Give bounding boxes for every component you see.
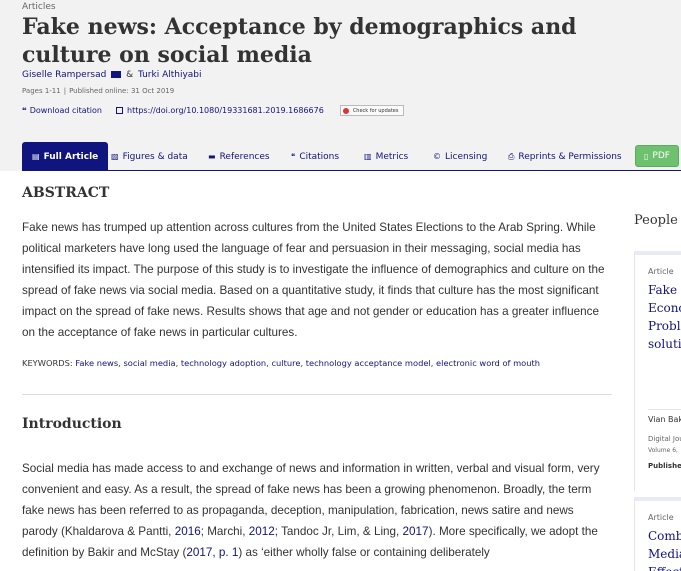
page-range: Pages 1-11 — [22, 87, 61, 95]
tab-label: Figures & data — [122, 151, 188, 162]
tab-reprints-permissions[interactable]: ⎙ Reprints & Permissions — [508, 142, 622, 171]
tab-licensing[interactable]: © Licensing — [433, 142, 487, 171]
image-icon: ▨ — [111, 152, 119, 161]
copyright-icon: © — [433, 152, 441, 161]
card-published: Published — [648, 462, 681, 470]
keyword-link[interactable]: social media — [123, 358, 175, 368]
print-icon: ⎙ — [508, 151, 515, 161]
check-for-updates-badge[interactable]: Check for updates — [339, 105, 404, 116]
intro-text-part: ; Marchi, — [200, 525, 249, 538]
quote-icon: ❝ — [291, 152, 296, 161]
tab-label: Metrics — [375, 151, 409, 162]
download-citation-link[interactable]: Download citation — [30, 106, 102, 115]
intro-text-part: ) as ‘either wholly false or containing … — [238, 546, 490, 559]
tab-label: Reprints & Permissions — [518, 151, 622, 162]
pdf-button[interactable]: ▯ PDF — [635, 145, 679, 167]
abstract-text: Fake news has trumped up attention acros… — [22, 221, 605, 339]
tab-label: References — [219, 151, 270, 162]
sidebar-heading: People — [634, 213, 678, 228]
tab-references[interactable]: ▬ References — [208, 142, 270, 171]
tab-citations[interactable]: ❝ Citations — [291, 142, 339, 171]
reference-link[interactable]: 2017 — [403, 525, 429, 538]
reference-link[interactable]: 2017, p. 1 — [186, 546, 238, 559]
reference-link[interactable]: 2016 — [175, 525, 201, 538]
check-for-updates-label: Check for updates — [352, 107, 399, 114]
crossmark-icon — [342, 107, 349, 114]
reference-link[interactable]: 2012 — [249, 525, 275, 538]
introduction-text: Social media has made access to and exch… — [22, 458, 612, 563]
abstract-heading: ABSTRACT — [22, 185, 110, 201]
tab-label: Licensing — [445, 151, 488, 162]
author-list: Giselle Rampersad & Turki Althiyabi — [22, 70, 202, 80]
bar-chart-icon: ▥ — [364, 152, 372, 161]
introduction-heading: Introduction — [22, 416, 122, 432]
pdf-icon: ▯ — [644, 151, 649, 161]
related-article-card[interactable]: Article Combating Media Effects — [634, 497, 681, 571]
author-separator: & — [126, 70, 134, 80]
card-divider — [648, 409, 681, 410]
document-icon: ▤ — [32, 152, 40, 161]
intro-text-part: ; Tandoc Jr, Lim, & Ling, — [274, 525, 403, 538]
tab-label: Citations — [299, 151, 340, 162]
article-tabs: ▤ Full Article ▨ Figures & data ▬ Reference… — [22, 142, 681, 171]
related-sidebar: People Article Fake News: Economic Probl… — [634, 171, 681, 571]
keyword-link[interactable]: Fake news — [75, 358, 118, 368]
card-title[interactable]: Combating Media Effects — [648, 527, 681, 571]
external-link-icon — [116, 107, 123, 114]
tab-label: Full Article — [43, 151, 99, 162]
keyword-link[interactable]: technology adoption — [181, 358, 266, 368]
related-article-card[interactable]: Article Fake News: Economic Problems and… — [634, 251, 681, 491]
keyword-link[interactable]: culture — [271, 358, 300, 368]
keywords-label: KEYWORDS: — [22, 358, 73, 368]
published-date: Published online: 31 Oct 2019 — [69, 87, 175, 95]
tab-full-article[interactable]: ▤ Full Article — [22, 142, 109, 171]
article-category[interactable]: Articles — [22, 2, 56, 12]
keywords: KEYWORDS: Fake news, social media, techn… — [22, 358, 541, 368]
card-type: Article — [648, 513, 674, 522]
card-journal: Digital Journalism — [648, 435, 681, 443]
card-volume: Volume 6, — [648, 447, 678, 454]
email-icon[interactable] — [111, 71, 122, 78]
keyword-link[interactable]: electronic word of mouth — [436, 358, 540, 368]
pub-separator: | — [63, 87, 67, 95]
author-link[interactable]: Turki Althiyabi — [138, 70, 202, 80]
tab-underline — [22, 170, 681, 171]
doi-link[interactable]: https://doi.org/10.1080/19331681.2019.16… — [116, 106, 324, 115]
quote-icon: ❝ — [22, 106, 27, 115]
tab-label: PDF — [652, 151, 670, 161]
doi-text[interactable]: https://doi.org/10.1080/19331681.2019.16… — [127, 106, 324, 115]
card-author: Vian Bakir — [648, 415, 681, 424]
keyword-link[interactable]: technology acceptance model — [306, 358, 431, 368]
card-title[interactable]: Fake News: Economic Problems and solutio… — [648, 281, 681, 353]
tab-figures-data[interactable]: ▨ Figures & data — [111, 142, 188, 171]
article-title: Fake news: Acceptance by demographics an… — [22, 14, 577, 68]
card-type: Article — [648, 267, 674, 276]
author-link[interactable]: Giselle Rampersad — [22, 70, 106, 80]
tab-metrics[interactable]: ▥ Metrics — [364, 142, 408, 171]
book-icon: ▬ — [208, 152, 216, 161]
publication-info: Pages 1-11 | Published online: 31 Oct 2019 — [22, 87, 174, 95]
citation-bar: ❝ Download citation https://doi.org/10.1… — [22, 105, 404, 116]
section-divider — [22, 394, 612, 395]
